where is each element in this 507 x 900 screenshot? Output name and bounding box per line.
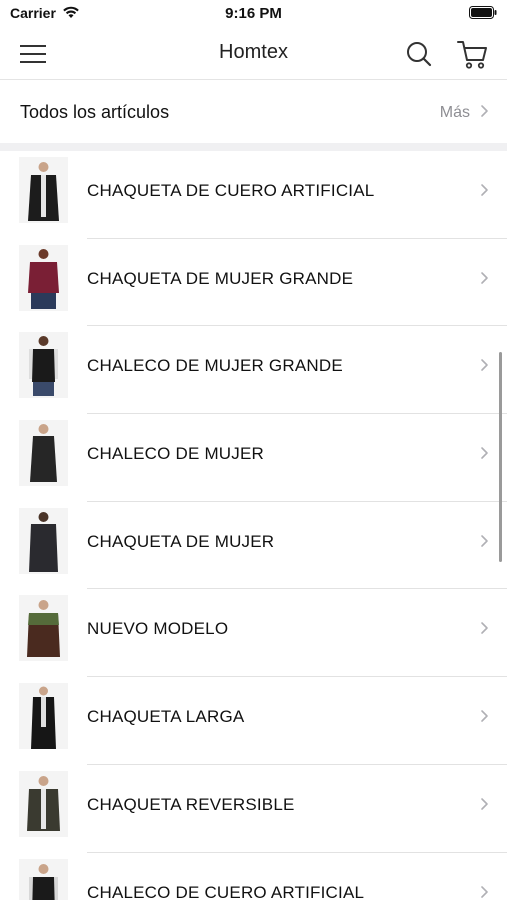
item-label: CHALECO DE CUERO ARTIFICIAL [87, 882, 365, 900]
chevron-right-icon [481, 184, 488, 196]
section-separator [0, 143, 507, 151]
chevron-right-icon [481, 359, 488, 372]
chevron-right-icon [481, 271, 488, 284]
chevron-right-icon [481, 105, 488, 117]
status-bar: Carrier 9:16 PM [0, 0, 507, 28]
product-thumbnail [19, 683, 68, 750]
chevron-right-icon [481, 710, 488, 722]
list-item[interactable]: CHALECO DE CUERO ARTIFICIAL [0, 853, 507, 900]
product-thumbnail [19, 157, 68, 223]
item-label: CHAQUETA LARGA [87, 707, 245, 727]
list-item[interactable]: CHAQUETA DE MUJER [0, 502, 507, 590]
cart-icon[interactable] [455, 37, 491, 71]
list-item[interactable]: CHAQUETA DE MUJER GRANDE [0, 239, 507, 327]
product-thumbnail [19, 507, 68, 574]
chevron-right-icon [481, 885, 488, 898]
list-item[interactable]: CHAQUETA REVERSIBLE [0, 765, 507, 853]
item-label: CHALECO DE MUJER GRANDE [87, 356, 343, 376]
more-link[interactable]: Más [440, 104, 470, 122]
scrollbar[interactable] [499, 352, 502, 562]
list-item[interactable]: CHALECO DE MUJER [0, 414, 507, 502]
product-thumbnail [19, 420, 68, 487]
list-item[interactable]: CHAQUETA DE CUERO ARTIFICIAL [0, 151, 507, 239]
all-items-header[interactable]: Todos los artículos Más [0, 81, 507, 143]
status-time: 9:16 PM [225, 5, 282, 22]
product-thumbnail [19, 858, 68, 900]
jacket-image [19, 770, 68, 837]
menu-icon[interactable] [16, 38, 52, 70]
product-list: CHAQUETA DE CUERO ARTIFICIAL CHAQUETA DE… [0, 151, 507, 900]
product-thumbnail [19, 332, 68, 399]
item-label: CHAQUETA DE MUJER [87, 531, 275, 551]
section-title: Todos los artículos [20, 102, 170, 122]
product-thumbnail [19, 244, 68, 311]
list-item[interactable]: CHALECO DE MUJER GRANDE [0, 326, 507, 415]
list-item[interactable]: CHAQUETA LARGA [0, 677, 507, 765]
chevron-right-icon [481, 447, 488, 459]
item-label: CHALECO DE MUJER [87, 444, 265, 464]
coat-image [19, 683, 68, 750]
search-icon[interactable] [403, 38, 435, 70]
chevron-right-icon [481, 622, 488, 635]
product-thumbnail [19, 595, 68, 662]
jacket-image [19, 157, 68, 223]
jacket-image [19, 507, 68, 574]
item-label: CHAQUETA REVERSIBLE [87, 794, 295, 814]
product-thumbnail [19, 770, 68, 837]
chevron-right-icon [481, 798, 488, 810]
jacket-image [19, 595, 68, 662]
navigation-bar: Homtex [0, 28, 507, 80]
list-item[interactable]: NUEVO MODELO [0, 589, 507, 678]
jacket-image [19, 244, 68, 311]
item-label: CHAQUETA DE CUERO ARTIFICIAL [87, 181, 375, 200]
item-label: NUEVO MODELO [87, 619, 229, 639]
vest-image [19, 858, 68, 900]
item-label: CHAQUETA DE MUJER GRANDE [87, 268, 354, 288]
battery-icon [469, 6, 497, 19]
vest-image [19, 332, 68, 399]
vest-image [19, 420, 68, 487]
chevron-right-icon [481, 534, 488, 547]
